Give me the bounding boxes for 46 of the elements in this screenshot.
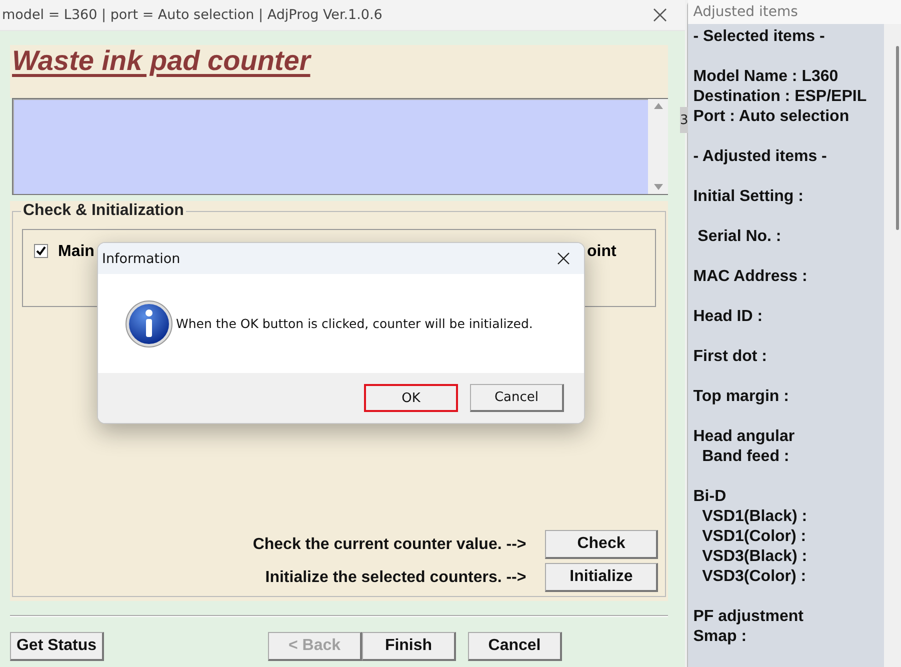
close-icon[interactable] <box>557 252 570 265</box>
detail-line: Band feed : <box>701 447 790 467</box>
hidden-text-fragment: 3 <box>680 107 688 133</box>
checkbox-label: Main <box>58 243 94 261</box>
page-heading: Waste ink pad counter <box>12 45 310 77</box>
detail-line: VSD1(Black) : <box>701 507 808 527</box>
counter-label: oint <box>587 243 616 261</box>
close-icon[interactable] <box>653 8 668 22</box>
wizard-button[interactable]: Get Status <box>10 632 104 661</box>
detail-line: VSD3(Black) : <box>701 547 808 567</box>
detail-line: First dot : <box>693 347 768 367</box>
window-title: Adjusted items <box>688 0 901 24</box>
detail-line: Port : Auto selection <box>693 107 850 127</box>
scrollbar-thumb[interactable] <box>896 46 899 230</box>
action-button[interactable]: Initialize <box>545 563 658 592</box>
window-title: model = L360 | port = Auto selection | AdjProg Ver.1.0.6 <box>2 7 384 23</box>
detail-line: Top margin : <box>693 387 790 407</box>
scroll-up-icon[interactable] <box>654 103 663 109</box>
dialog-button[interactable]: Cancel <box>470 384 564 412</box>
detail-line: - Adjusted items - <box>693 147 828 167</box>
detail-line: PF adjustment <box>693 607 804 627</box>
detail-line: Bi-D <box>693 487 728 507</box>
detail-line: Smap : <box>693 627 748 647</box>
detail-line: MAC Address : <box>693 267 808 287</box>
detail-line: Head angular <box>693 427 796 447</box>
checkbox[interactable] <box>34 244 48 258</box>
wizard-button[interactable]: Cancel <box>468 632 562 661</box>
dialog-button[interactable]: OK <box>364 384 458 412</box>
dialog-title: Information <box>102 250 182 266</box>
detail-line: Head ID : <box>693 307 764 327</box>
action-hint: Initialize the selected counters. --> <box>265 568 526 586</box>
detail-line: VSD1(Color) : <box>701 527 808 547</box>
action-hint: Check the current counter value. --> <box>252 536 526 554</box>
info-icon <box>124 298 174 348</box>
detail-line: Initial Setting : <box>693 187 804 207</box>
dialog-message: When the OK button is clicked, counter will be initialized. <box>176 316 533 331</box>
detail-line: VSD3(Color) : <box>701 567 808 587</box>
detail-line: Model Name : L360 <box>693 67 840 87</box>
action-button[interactable]: Check <box>545 530 658 559</box>
wizard-button[interactable]: Finish <box>362 632 456 661</box>
checkmark-icon <box>36 246 46 256</box>
scroll-down-icon[interactable] <box>654 184 663 190</box>
detail-line: Destination : ESP/EPIL <box>693 87 868 107</box>
detail-line: - Selected items - <box>693 27 826 47</box>
scrollbar[interactable] <box>648 99 668 194</box>
detail-line: Serial No. : <box>696 227 782 247</box>
